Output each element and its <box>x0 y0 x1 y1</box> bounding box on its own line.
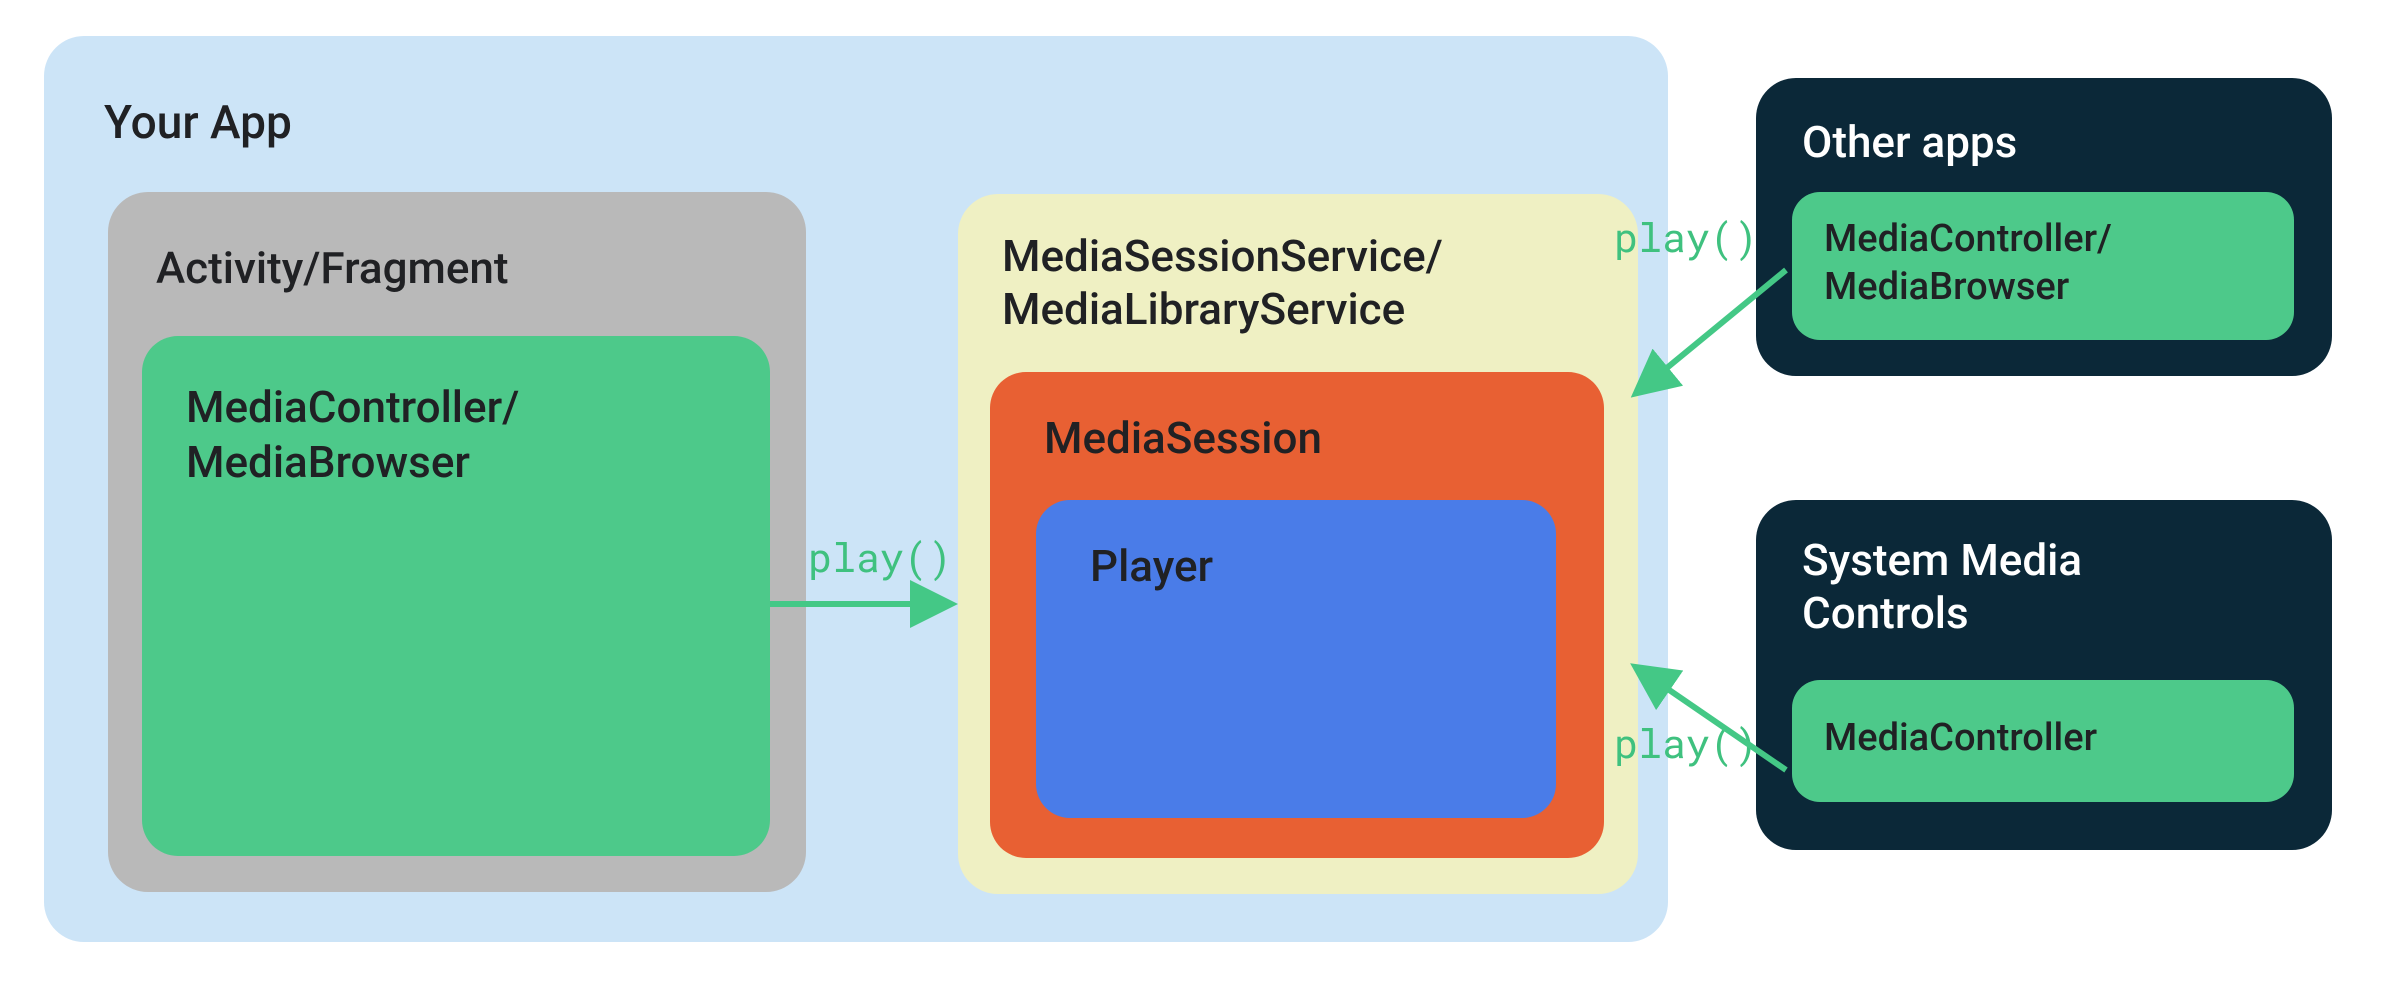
player-title: Player <box>1090 540 1213 592</box>
other-apps-card: Other apps MediaController/MediaBrowser <box>1756 78 2332 376</box>
activity-media-controller-browser-box: MediaController/MediaBrowser <box>142 336 770 856</box>
other-apps-title: Other apps <box>1802 116 2017 168</box>
system-media-controls-title: System MediaControls <box>1802 534 2082 640</box>
media-session-title: MediaSession <box>1044 412 1322 464</box>
media-session-service-title: MediaSessionService/MediaLibraryService <box>1002 230 1443 336</box>
media-session-service-box: MediaSessionService/MediaLibraryService … <box>958 194 1638 894</box>
your-app-title: Your App <box>104 96 292 150</box>
media-session-box: MediaSession Player <box>990 372 1604 858</box>
activity-fragment-box: Activity/Fragment MediaController/MediaB… <box>108 192 806 892</box>
play-call-smc-label: play() <box>1614 716 1758 769</box>
other-apps-controller-browser-box: MediaController/MediaBrowser <box>1792 192 2294 340</box>
your-app-container: Your App Activity/Fragment MediaControll… <box>44 36 1668 942</box>
player-box: Player <box>1036 500 1556 818</box>
activity-fragment-title: Activity/Fragment <box>156 242 509 294</box>
play-call-other-apps-label: play() <box>1614 210 1758 263</box>
activity-media-controller-browser-label: MediaController/MediaBrowser <box>186 380 519 490</box>
other-apps-controller-browser-label: MediaController/MediaBrowser <box>1824 216 2112 311</box>
system-media-controls-controller-box: MediaController <box>1792 680 2294 802</box>
system-media-controls-card: System MediaControls MediaController <box>1756 500 2332 850</box>
system-media-controls-controller-label: MediaController <box>1824 716 2097 760</box>
play-call-internal-label: play() <box>808 530 952 583</box>
